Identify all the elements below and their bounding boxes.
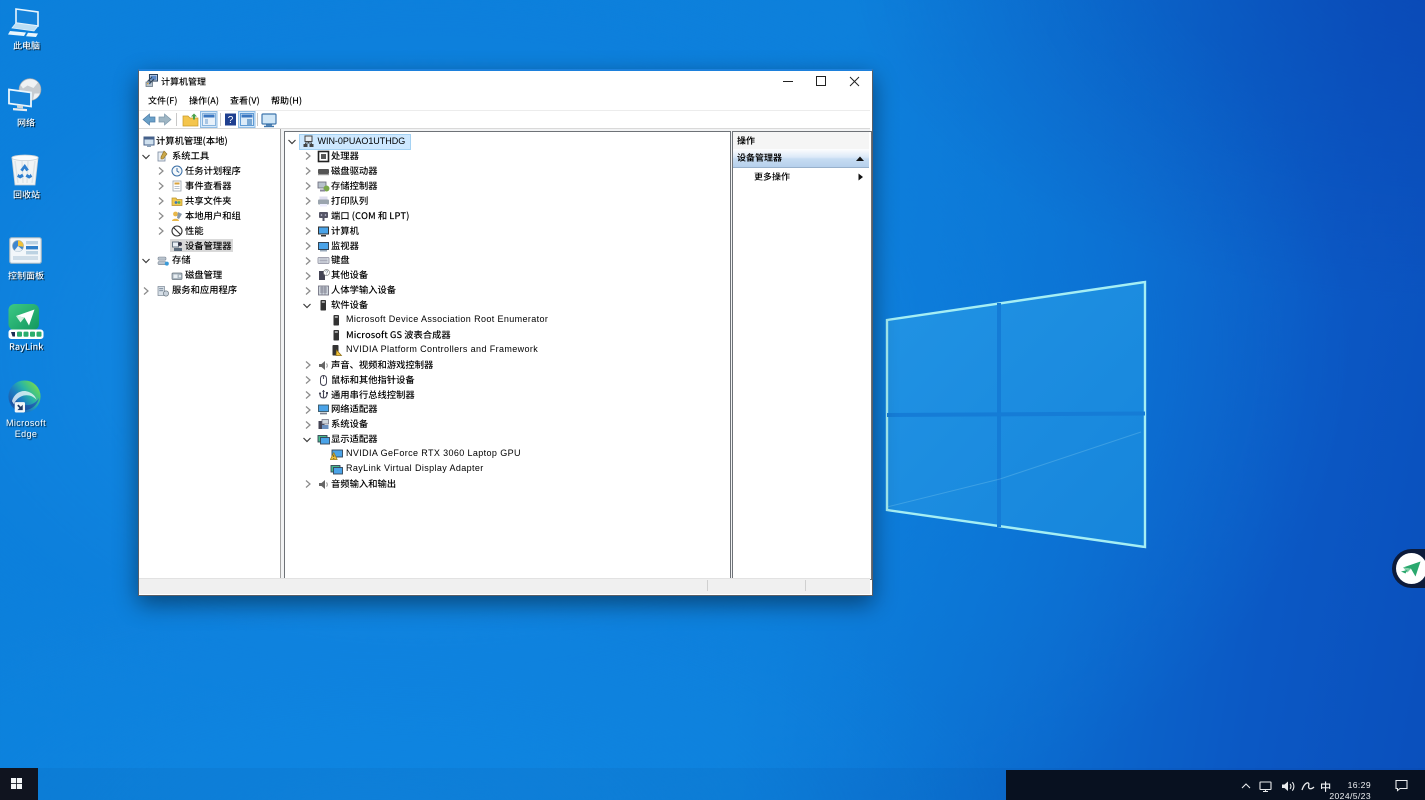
svg-text:?: ? xyxy=(325,271,328,277)
svg-text:?: ? xyxy=(228,115,234,126)
